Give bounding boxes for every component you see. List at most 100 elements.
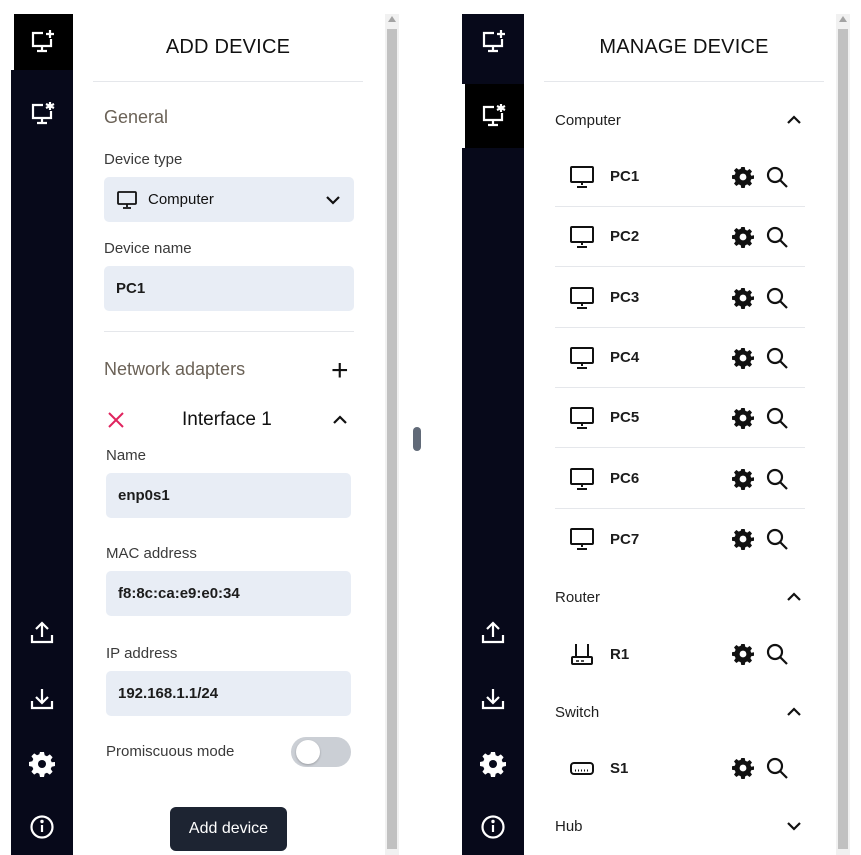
info-nav[interactable] [11,799,73,855]
gear-icon[interactable] [732,757,754,779]
device-name: PC7 [610,530,640,548]
search-icon[interactable] [765,406,789,430]
download-nav[interactable] [462,671,524,727]
search-icon[interactable] [765,165,789,189]
device-row[interactable]: PC6 [555,449,805,509]
promiscuous-mode-toggle[interactable] [291,737,351,767]
chevron-up-icon[interactable] [331,411,349,429]
upload-nav[interactable] [462,605,524,661]
mac-address-field[interactable]: f8:8c:ca:e9:e0:34 [106,571,351,616]
device-row[interactable]: PC5 [555,388,805,448]
category-label: Hub [555,817,583,835]
monitor-icon [570,347,594,369]
add-device-nav[interactable] [462,14,524,70]
gear-icon[interactable] [732,287,754,309]
gear-icon[interactable] [732,643,754,665]
download-nav[interactable] [11,671,73,727]
gear-icon[interactable] [732,347,754,369]
scroll-thumb[interactable] [838,29,848,849]
gear-icon [480,752,506,777]
divider [93,81,363,82]
resize-handle[interactable] [413,427,421,451]
search-icon[interactable] [765,467,789,491]
device-name: PC1 [610,168,640,185]
info-nav[interactable] [462,799,524,855]
category-label: Router [555,588,601,606]
switch-icon [570,762,594,775]
upload-nav[interactable] [11,605,73,661]
search-icon[interactable] [765,756,789,780]
manage-device-nav[interactable] [11,86,73,142]
device-row[interactable]: S1 [555,738,805,798]
gear-icon[interactable] [732,166,754,188]
device-name: PC2 [610,228,640,245]
monitor-icon [570,166,594,188]
device-type-value: Computer [148,191,214,208]
chevron-down-icon [326,195,340,205]
upload-icon [481,621,505,644]
left-scrollbar[interactable] [385,14,399,855]
chevron-up-icon[interactable] [785,703,803,721]
interface-name-field[interactable]: enp0s1 [106,473,351,518]
add-device-nav[interactable] [11,14,73,70]
category-header-computer[interactable]: Computer [555,111,805,129]
search-icon[interactable] [765,225,789,249]
device-name-field[interactable]: PC1 [104,266,354,311]
left-sidebar [11,14,73,855]
right-sidebar [462,14,524,855]
scroll-up-arrow[interactable] [388,16,396,22]
scroll-thumb[interactable] [387,29,397,849]
device-name: PC4 [610,349,640,366]
divider [544,81,824,82]
close-icon[interactable] [107,411,125,429]
gear-icon [29,752,55,777]
manage-device-nav[interactable] [462,84,524,148]
gear-icon[interactable] [732,528,754,550]
device-row[interactable]: PC7 [555,509,805,569]
toggle-knob [296,740,320,764]
device-name-label: Device name [104,240,192,257]
monitor-star-icon [482,104,506,127]
monitor-icon [570,528,594,550]
category-header-switch[interactable]: Switch [555,703,805,721]
device-row[interactable]: R1 [555,624,805,684]
category-label: Switch [555,703,600,721]
search-icon[interactable] [765,346,789,370]
gear-icon[interactable] [732,407,754,429]
category-label: Computer [555,111,621,129]
search-icon[interactable] [765,527,789,551]
monitor-icon [570,287,594,309]
device-row[interactable]: PC1 [555,147,805,207]
add-device-button[interactable]: Add device [170,807,287,851]
gear-icon[interactable] [732,468,754,490]
device-type-select[interactable]: Computer [104,177,354,222]
chevron-down-icon[interactable] [785,817,803,835]
chevron-up-icon[interactable] [785,111,803,129]
chevron-up-icon[interactable] [785,588,803,606]
device-name: PC6 [610,470,640,487]
device-row[interactable]: PC2 [555,207,805,267]
add-adapter-button[interactable]: + [331,356,349,386]
device-name: PC3 [610,289,640,306]
monitor-icon [570,468,594,490]
monitor-star-icon [31,102,55,125]
category-header-hub[interactable]: Hub [555,817,805,835]
settings-nav[interactable] [462,736,524,792]
search-icon[interactable] [765,286,789,310]
divider [104,331,354,332]
category-header-router[interactable]: Router [555,588,805,606]
settings-nav[interactable] [11,736,73,792]
interface-name-label: Name [106,447,147,464]
network-adapters-heading: Network adapters [104,359,246,379]
device-row[interactable]: PC3 [555,268,805,328]
right-scrollbar[interactable] [836,14,850,855]
scroll-up-arrow[interactable] [839,16,847,22]
ip-address-field[interactable]: 192.168.1.1/24 [106,671,351,716]
gear-icon[interactable] [732,226,754,248]
interface-header: Interface 1 [107,405,357,435]
device-name: S1 [610,759,629,777]
device-row[interactable]: PC4 [555,328,805,388]
info-icon [481,815,505,839]
general-heading: General [104,107,169,127]
search-icon[interactable] [765,642,789,666]
